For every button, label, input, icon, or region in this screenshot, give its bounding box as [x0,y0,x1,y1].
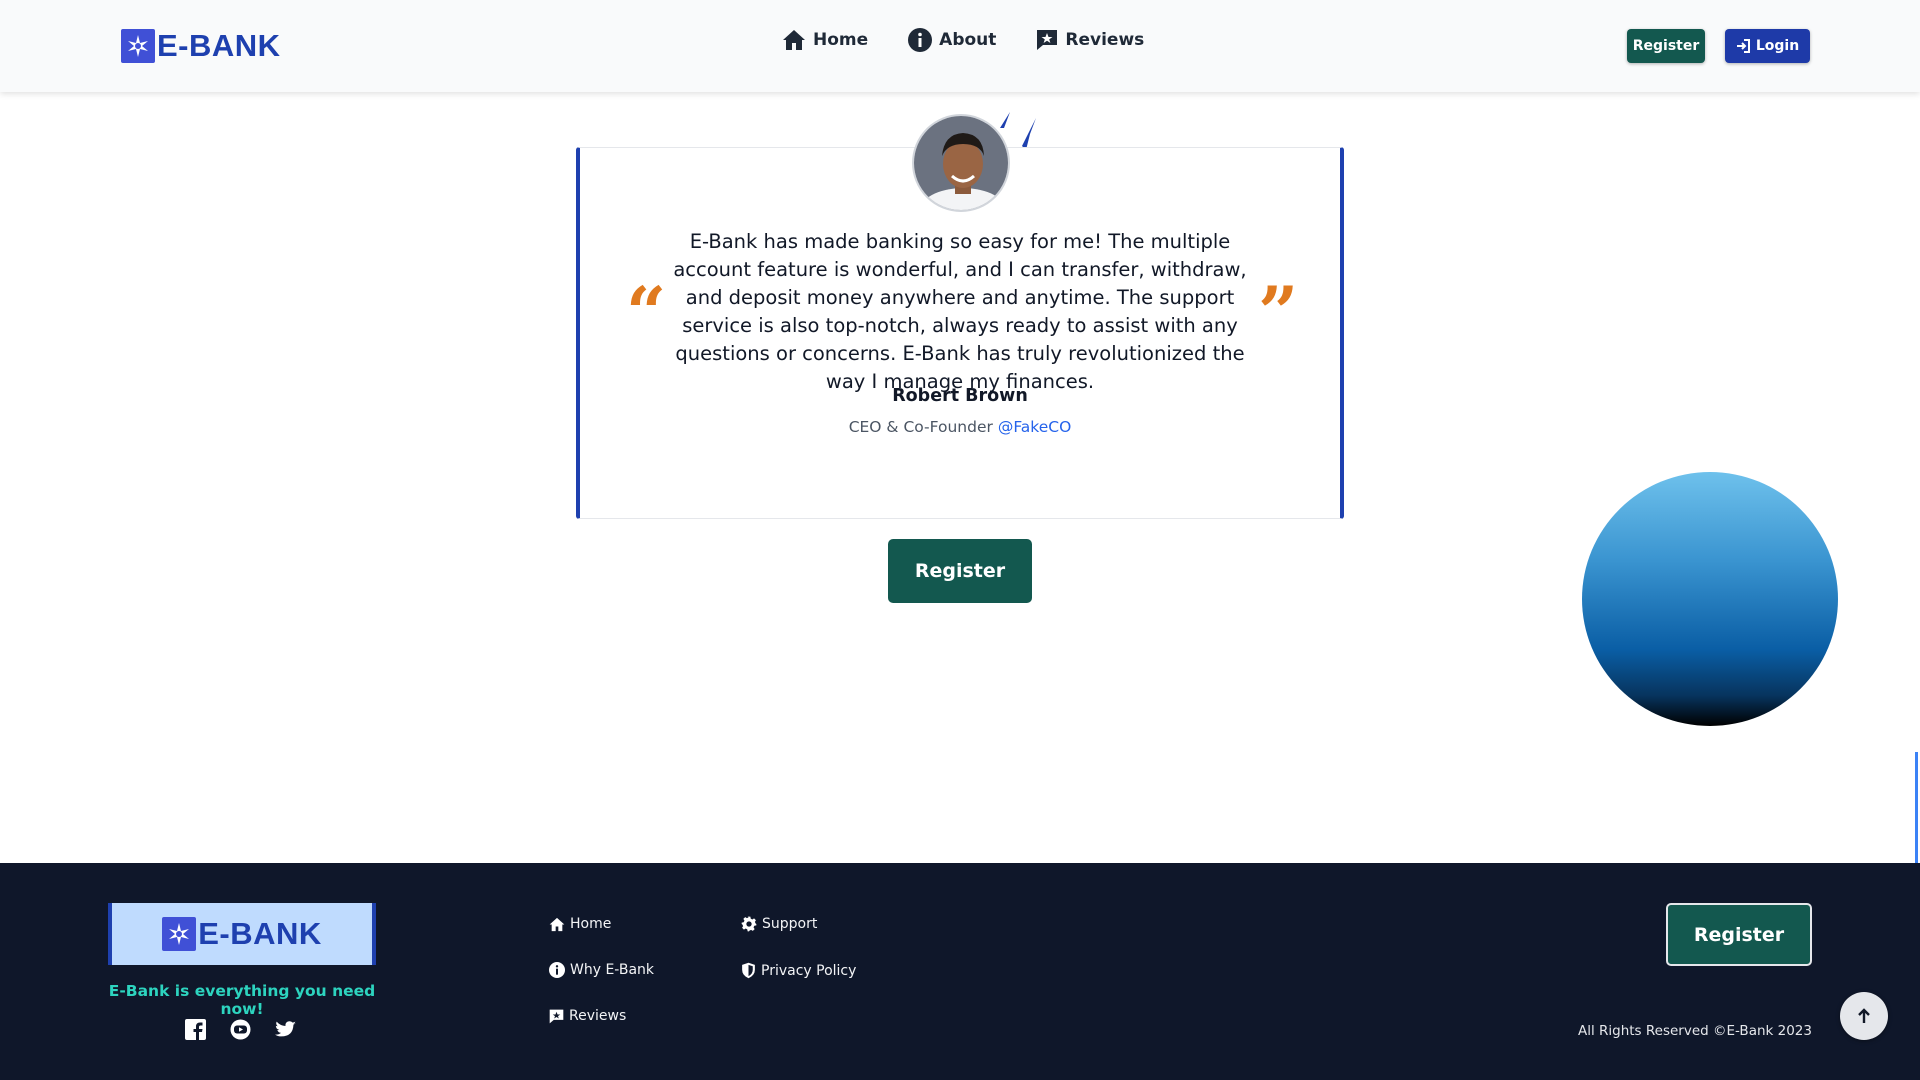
testimonial-author: Robert Brown [892,386,1028,406]
bank-star-icon [121,29,155,63]
bank-star-icon [162,917,197,951]
header-login-button[interactable]: Login [1725,29,1810,63]
review-icon [1037,30,1058,50]
footer-link-why[interactable]: Why E-Bank [549,962,654,978]
close-quote-icon: ” [1258,271,1299,354]
main-nav: Home About Reviews [782,28,1144,52]
brand-name: E-BANK [157,28,281,63]
footer-link-support[interactable]: Support [741,916,817,932]
footer-link-reviews[interactable]: Reviews [549,1008,626,1024]
scroll-to-top-button[interactable] [1840,992,1888,1040]
avatar [912,114,1010,212]
login-icon [1736,39,1750,53]
youtube-icon[interactable] [229,1018,252,1041]
footer-link-home-label: Home [570,916,612,932]
info-icon [908,28,933,52]
decorative-sphere [1582,472,1838,726]
role-title: CEO & Co-Founder [848,418,993,436]
nav-reviews-label: Reviews [1065,30,1145,50]
header-register-button[interactable]: Register [1627,29,1705,63]
info-icon [549,962,565,978]
shield-icon [742,962,755,979]
gear-icon [741,916,757,932]
footer-link-reviews-label: Reviews [569,1008,627,1024]
footer-brand-name: E-BANK [198,916,322,951]
login-label: Login [1755,38,1800,54]
nav-home[interactable]: Home [782,28,868,52]
home-icon [549,917,565,931]
nav-home-label: Home [813,30,869,50]
footer: E-BANK E-Bank is everything you need now… [0,863,1920,1080]
nav-about[interactable]: About [908,28,996,52]
footer-link-home[interactable]: Home [549,916,611,932]
copyright-text: All Rights Reserved ©E-Bank 2023 [1577,1023,1812,1039]
top-navbar: E-BANK Home About Reviews Register Login [0,0,1920,92]
footer-link-privacy[interactable]: Privacy Policy [741,962,856,979]
brand-logo[interactable]: E-BANK [121,28,281,64]
nav-reviews[interactable]: Reviews [1036,28,1144,52]
testimonial-role: CEO & Co-Founder @FakeCO [576,418,1344,436]
register-button[interactable]: Register [888,539,1032,603]
footer-tagline: E-Bank is everything you need now! [108,982,376,1018]
footer-brand-logo[interactable]: E-BANK [108,903,376,965]
testimonial-text: E-Bank has made banking so easy for me! … [673,230,1247,393]
open-quote-icon: “ [626,271,667,354]
footer-link-why-label: Why E-Bank [570,962,655,978]
footer-link-privacy-label: Privacy Policy [761,962,857,979]
twitter-icon[interactable] [274,1018,297,1041]
footer-register-button[interactable]: Register [1666,903,1812,966]
home-icon [783,30,805,50]
social-links [184,1018,297,1041]
footer-link-support-label: Support [762,916,818,932]
arrow-up-icon [1858,1008,1870,1023]
facebook-icon[interactable] [184,1018,207,1041]
review-icon [549,1009,564,1023]
company-handle-link[interactable]: @FakeCO [998,418,1071,436]
nav-about-label: About [939,30,997,50]
